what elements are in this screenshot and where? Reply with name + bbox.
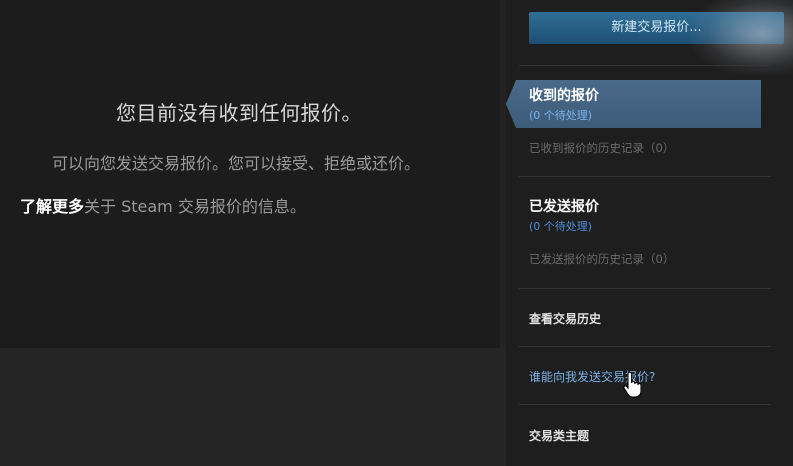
divider [519,65,771,66]
trading-topics-link[interactable]: 交易类主题 [529,427,589,444]
received-offers-title: 收到的报价 [529,88,599,104]
divider [519,288,771,289]
received-pending-count: (0 个待处理) [529,109,593,122]
received-history-link[interactable]: 已收到报价的历史记录（0） [529,140,674,156]
empty-state-title: 您目前没有收到任何报价。 [116,101,362,125]
sent-pending-count: (0 个待处理) [529,220,593,233]
divider [519,346,771,347]
main-panel: 您目前没有收到任何报价。 可以向您发送交易报价。您可以接受、拒绝或还价。 了解更… [0,0,500,348]
empty-state-description: 可以向您发送交易报价。您可以接受、拒绝或还价。 [51,154,420,173]
new-trade-offer-button[interactable]: 新建交易报价... [529,12,784,44]
lower-background [0,348,506,466]
learn-more-link[interactable]: 了解更多 [20,197,84,216]
divider [519,404,771,405]
view-trade-history-link[interactable]: 查看交易历史 [529,310,601,327]
sent-offers-title[interactable]: 已发送报价 [529,196,599,216]
hand-cursor-icon [623,372,641,398]
learn-more-rest: 关于 Steam 交易报价的信息。 [84,197,306,216]
learn-more-line: 了解更多关于 Steam 交易报价的信息。 [20,193,306,217]
sent-history-link[interactable]: 已发送报价的历史记录（0） [529,251,674,267]
divider [519,176,771,177]
